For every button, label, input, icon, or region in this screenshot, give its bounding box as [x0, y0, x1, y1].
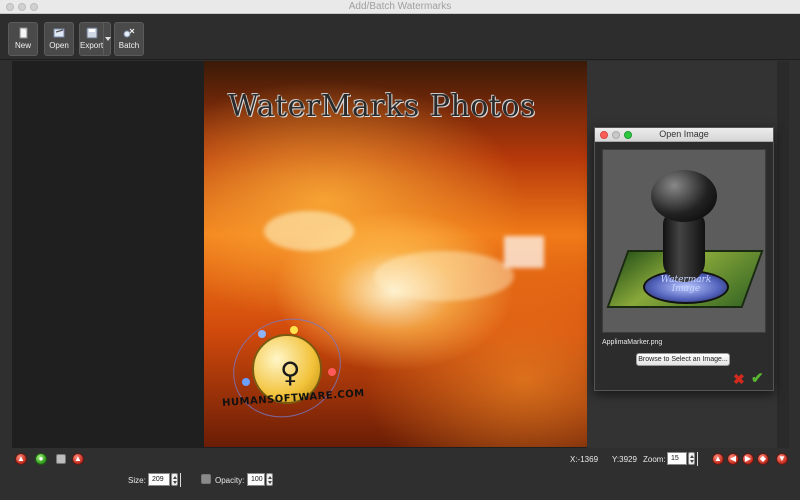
- batch-button[interactable]: Batch: [114, 22, 144, 56]
- opacity-icon[interactable]: [201, 474, 211, 484]
- stamp-knob-image: [651, 170, 717, 222]
- zoom-input[interactable]: 15: [667, 452, 687, 465]
- opacity-label: Opacity:: [215, 476, 245, 485]
- toolbar: New Open Export Batch: [0, 14, 800, 60]
- zoom-label: Zoom:: [643, 455, 666, 464]
- size-divider: [180, 473, 181, 487]
- export-icon: [86, 27, 97, 39]
- vertical-scrollbar[interactable]: [777, 61, 789, 448]
- open-image-dialog: Open Image Watermark Image ApplimaMarker…: [594, 127, 774, 391]
- x-coordinate: X:-1369: [570, 455, 599, 464]
- stamp-handle-image: [663, 212, 705, 282]
- move-up-button[interactable]: ▲: [72, 453, 84, 465]
- check-icon[interactable]: ✔: [751, 369, 764, 387]
- window-title: Add/Batch Watermarks: [348, 1, 452, 12]
- opacity-stepper[interactable]: [266, 473, 273, 486]
- watermark-text[interactable]: WaterMarks Photos: [228, 89, 536, 124]
- open-button[interactable]: Open: [44, 22, 74, 56]
- rotate-right-button[interactable]: ▶: [742, 453, 754, 465]
- export-label: Export: [80, 41, 104, 50]
- rotate-up-button[interactable]: ▲: [712, 453, 724, 465]
- rotate-left-button[interactable]: ◀: [727, 453, 739, 465]
- logo-orbit-dot: [290, 326, 298, 334]
- zoom-stepper[interactable]: [688, 452, 695, 465]
- close-icon[interactable]: ✖: [733, 371, 745, 388]
- remove-watermark-button[interactable]: ▲: [15, 453, 27, 465]
- logo-orbit-dot: [258, 330, 266, 338]
- flip-button[interactable]: ◆: [757, 453, 769, 465]
- new-icon: [19, 27, 28, 39]
- stamp-label: Watermark Image: [651, 276, 721, 294]
- title-bar: Add/Batch Watermarks: [0, 0, 800, 14]
- billboard-glow: [504, 236, 544, 268]
- opacity-input[interactable]: 100: [247, 473, 265, 486]
- dialog-title-bar: Open Image: [595, 128, 773, 142]
- layer-menu-button[interactable]: [56, 454, 66, 464]
- zoom-divider: [697, 452, 698, 466]
- logo-orbit-dot: [242, 378, 250, 386]
- dialog-title: Open Image: [659, 129, 709, 139]
- main-window: Add/Batch Watermarks New Open Export Bat…: [0, 0, 800, 500]
- logo-figure-icon: ♀: [280, 356, 301, 389]
- logo-orbit-dot: [328, 368, 336, 376]
- move-down-button[interactable]: ▼: [776, 453, 788, 465]
- stamp-label-line2: Image: [671, 284, 701, 294]
- y-coordinate: Y:3929: [612, 455, 637, 464]
- size-stepper[interactable]: [171, 473, 178, 486]
- batch-label: Batch: [118, 41, 140, 50]
- size-label: Size:: [128, 476, 146, 485]
- export-menu-chevron-icon[interactable]: [103, 22, 111, 56]
- open-label: Open: [49, 41, 69, 50]
- light-streak: [374, 251, 514, 301]
- add-watermark-button[interactable]: ●: [35, 453, 47, 465]
- size-input[interactable]: 209: [148, 473, 170, 486]
- export-button[interactable]: Export: [79, 22, 104, 56]
- new-label: New: [14, 41, 31, 50]
- image-preview: Watermark Image: [602, 149, 766, 333]
- open-icon: [53, 28, 65, 38]
- batch-icon: [123, 28, 135, 38]
- light-streak: [264, 211, 354, 251]
- browse-button[interactable]: Browse to Select an Image...: [636, 353, 730, 366]
- new-button[interactable]: New: [8, 22, 38, 56]
- selected-file-name: ApplimaMarker.png: [602, 339, 663, 346]
